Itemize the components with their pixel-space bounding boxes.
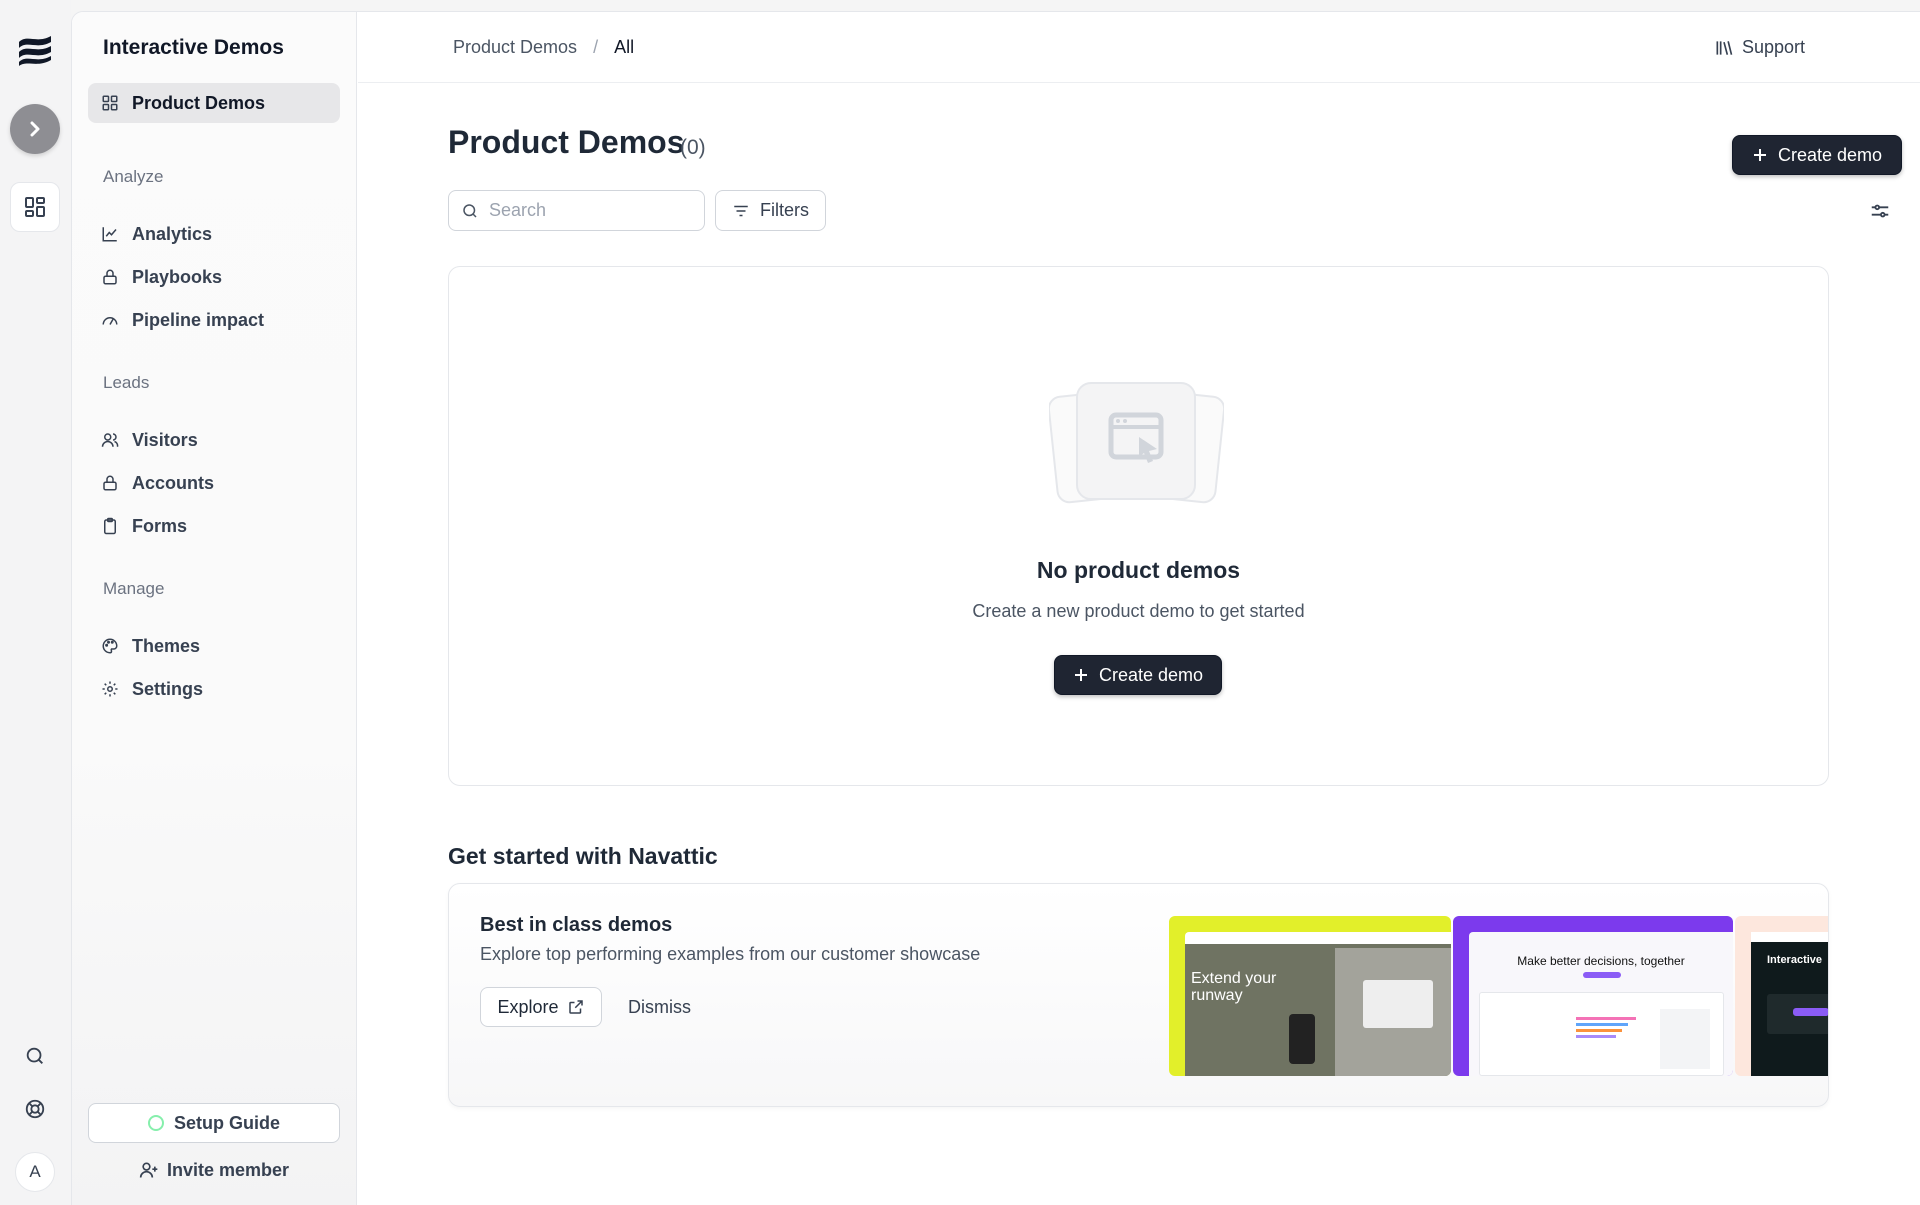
search-icon[interactable] [22, 1043, 48, 1069]
support-label: Support [1742, 37, 1806, 57]
explore-button[interactable]: Explore [480, 987, 602, 1027]
create-demo-button[interactable]: Create demo [1732, 135, 1902, 175]
lock-icon [100, 267, 120, 287]
breadcrumb-product-demos[interactable]: Product Demos [453, 37, 577, 58]
sidebar-item-playbooks[interactable]: Playbooks [88, 257, 340, 297]
sidebar-item-label: Visitors [132, 429, 198, 450]
palette-icon [100, 636, 120, 656]
sidebar-item-accounts[interactable]: Accounts [88, 463, 340, 503]
filters-label: Filters [760, 200, 809, 220]
create-demo-label: Create demo [1777, 144, 1883, 165]
navattic-logo[interactable] [15, 30, 55, 70]
filters-button[interactable]: Filters [715, 190, 826, 231]
topbar: Product Demos / All Support [358, 12, 1920, 83]
best-in-class-card: Best in class demos Explore top performi… [448, 883, 1829, 1107]
thumbnail-screen: Extend your runway [1185, 932, 1451, 1076]
grid-icon [25, 197, 45, 217]
demo-count: (0) [680, 136, 706, 159]
chevron-right-icon [30, 121, 40, 137]
sidebar-item-label: Product Demos [132, 92, 266, 113]
expand-sidebar-button[interactable] [10, 104, 60, 154]
empty-demos-illustration [1047, 379, 1226, 504]
gear-icon [100, 679, 120, 699]
line-chart-icon [100, 224, 120, 244]
view-options-icon[interactable] [1869, 200, 1891, 222]
search-icon [463, 203, 477, 218]
books-icon [1716, 40, 1733, 55]
sidebar-item-label: Accounts [132, 472, 215, 493]
sidebar-item-analytics[interactable]: Analytics [88, 214, 340, 254]
sidebar-item-visitors[interactable]: Visitors [88, 420, 340, 460]
grid-icon [100, 93, 120, 113]
thumbnail-screen: Interactive [1751, 932, 1828, 1076]
setup-guide-label: Setup Guide [173, 1112, 280, 1133]
invite-member-label: Invite member [166, 1159, 290, 1180]
empty-create-demo-button[interactable]: Create demo [1054, 655, 1222, 695]
sidebar-item-settings[interactable]: Settings [88, 669, 340, 709]
sidebar-item-pipeline-impact[interactable]: Pipeline impact [88, 300, 340, 340]
tablet-mockup [1363, 980, 1433, 1028]
app-rail: A [0, 0, 71, 1205]
main-frame: Interactive Demos Product Demos Analyze … [71, 11, 1920, 1205]
lock-icon [100, 473, 120, 493]
plus-icon [1074, 669, 1087, 681]
gauge-icon [100, 310, 120, 330]
clipboard-icon [100, 516, 120, 536]
thumbnail-screen: Make better decisions, together [1469, 932, 1733, 1076]
sidebar-item-label: Analytics [132, 223, 213, 244]
dismiss-button[interactable]: Dismiss [628, 997, 691, 1018]
thumbnail-headline: Make better decisions, together [1517, 954, 1685, 968]
thumbnail-dashboard [1479, 992, 1724, 1076]
empty-state-subtitle: Create a new product demo to get started [972, 601, 1305, 621]
breadcrumb: Product Demos / All [453, 37, 634, 58]
user-plus-icon [139, 1162, 158, 1178]
external-link-icon [568, 1000, 583, 1014]
breadcrumb-all: All [614, 37, 635, 57]
showcase-thumbnail-vitally[interactable]: Interactive [1735, 916, 1828, 1076]
users-icon [100, 430, 120, 450]
section-label-leads: Leads [103, 373, 150, 392]
support-link[interactable]: Support [1714, 37, 1805, 58]
showcase-thumbnail-mixpanel[interactable]: Make better decisions, together [1453, 916, 1733, 1076]
empty-state-card: No product demos Create a new product de… [448, 266, 1829, 786]
sidebar-item-label: Playbooks [132, 266, 223, 287]
sidebar-item-label: Forms [132, 515, 188, 536]
showcase-thumbnail-ramp[interactable]: Extend your runway [1169, 916, 1451, 1076]
breadcrumb-separator: / [593, 37, 599, 57]
section-label-analyze: Analyze [103, 167, 164, 186]
get-started-heading: Get started with Navattic [448, 843, 718, 869]
sidebar-item-label: Pipeline impact [132, 309, 265, 330]
create-demo-label: Create demo [1098, 664, 1204, 685]
sidebar-item-product-demos[interactable]: Product Demos [88, 83, 340, 123]
invite-member-button[interactable]: Invite member [88, 1152, 340, 1188]
phone-mockup [1289, 1014, 1315, 1064]
filter-icon [734, 205, 748, 216]
sidebar-item-label: Themes [132, 635, 201, 656]
apps-grid-button[interactable] [10, 182, 60, 232]
search-input[interactable]: Search [448, 190, 705, 231]
progress-ring-icon [147, 1115, 164, 1131]
thumbnail-headline: Interactive [1767, 954, 1823, 966]
empty-state-title: No product demos [1036, 557, 1241, 583]
setup-guide-button[interactable]: Setup Guide [88, 1103, 340, 1143]
sidebar-item-label: Settings [132, 678, 204, 699]
help-lifebuoy-icon[interactable] [22, 1096, 48, 1122]
user-avatar[interactable]: A [15, 1152, 55, 1192]
explore-label: Explore [497, 996, 559, 1017]
section-label-manage: Manage [103, 579, 165, 598]
sidebar-item-forms[interactable]: Forms [88, 506, 340, 546]
plus-icon [1753, 149, 1766, 161]
search-placeholder: Search [489, 200, 547, 220]
sidebar-item-themes[interactable]: Themes [88, 626, 340, 666]
thumbnail-cta [1583, 972, 1621, 978]
card-title: Best in class demos [480, 914, 673, 936]
thumbnail-headline: Extend your runway [1191, 970, 1277, 1004]
content: Product Demos / All Support Product Demo… [358, 12, 1920, 1205]
card-description: Explore top performing examples from our… [480, 944, 981, 964]
workspace-title: Interactive Demos [103, 36, 284, 59]
page-title: Product Demos [448, 124, 685, 160]
sidebar: Interactive Demos Product Demos Analyze … [72, 12, 357, 1205]
